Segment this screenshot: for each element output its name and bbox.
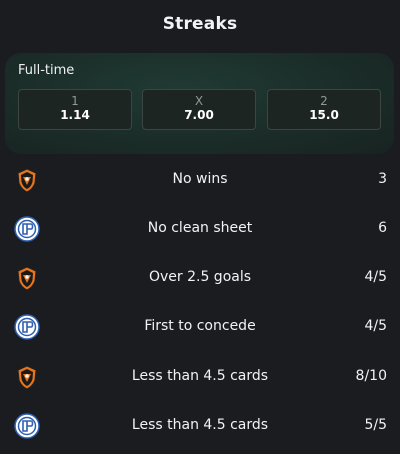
streak-label: Over 2.5 goals: [148, 269, 252, 285]
streak-count: 8/10: [355, 368, 387, 384]
odds-selection: 2: [320, 94, 328, 108]
streak-count: 3: [378, 171, 387, 187]
odds-selection: 1: [71, 94, 79, 108]
streak-count: 5/5: [364, 417, 387, 433]
streak-label: First to concede: [144, 318, 256, 334]
streak-row: Less than 4.5 cards 5/5: [0, 406, 400, 446]
odds-value: 15.0: [309, 108, 339, 122]
blue-circle-crest-icon: [14, 413, 40, 439]
streak-row: Over 2.5 goals 4/5: [0, 258, 400, 298]
shakhtar-crest-icon: [14, 265, 40, 291]
streak-row: No clean sheet 6: [0, 209, 400, 249]
streak-count: 6: [378, 220, 387, 236]
odds-market-label: Full-time: [18, 63, 75, 78]
streak-row: No wins 3: [0, 160, 400, 200]
blue-circle-crest-icon: [14, 314, 40, 340]
streak-label: Less than 4.5 cards: [131, 417, 269, 433]
streak-count: 4/5: [364, 318, 387, 334]
odds-button-away[interactable]: 2 15.0: [267, 89, 381, 130]
shakhtar-crest-icon: [14, 167, 40, 193]
streak-label: Less than 4.5 cards: [131, 368, 269, 384]
streak-count: 4/5: [364, 269, 387, 285]
odds-value: 1.14: [60, 108, 90, 122]
odds-button-home[interactable]: 1 1.14: [18, 89, 132, 130]
odds-value: 7.00: [184, 108, 214, 122]
shakhtar-crest-icon: [14, 364, 40, 390]
streak-label: No clean sheet: [147, 220, 253, 236]
blue-circle-crest-icon: [14, 216, 40, 242]
odds-button-draw[interactable]: X 7.00: [142, 89, 256, 130]
odds-card: Full-time 1 1.14 X 7.00 2 15.0: [5, 53, 394, 154]
streak-row: First to concede 4/5: [0, 307, 400, 347]
streak-label: No wins: [172, 171, 228, 187]
streak-row: Less than 4.5 cards 8/10: [0, 357, 400, 397]
odds-selection: X: [194, 94, 204, 108]
page-title: Streaks: [162, 14, 238, 34]
